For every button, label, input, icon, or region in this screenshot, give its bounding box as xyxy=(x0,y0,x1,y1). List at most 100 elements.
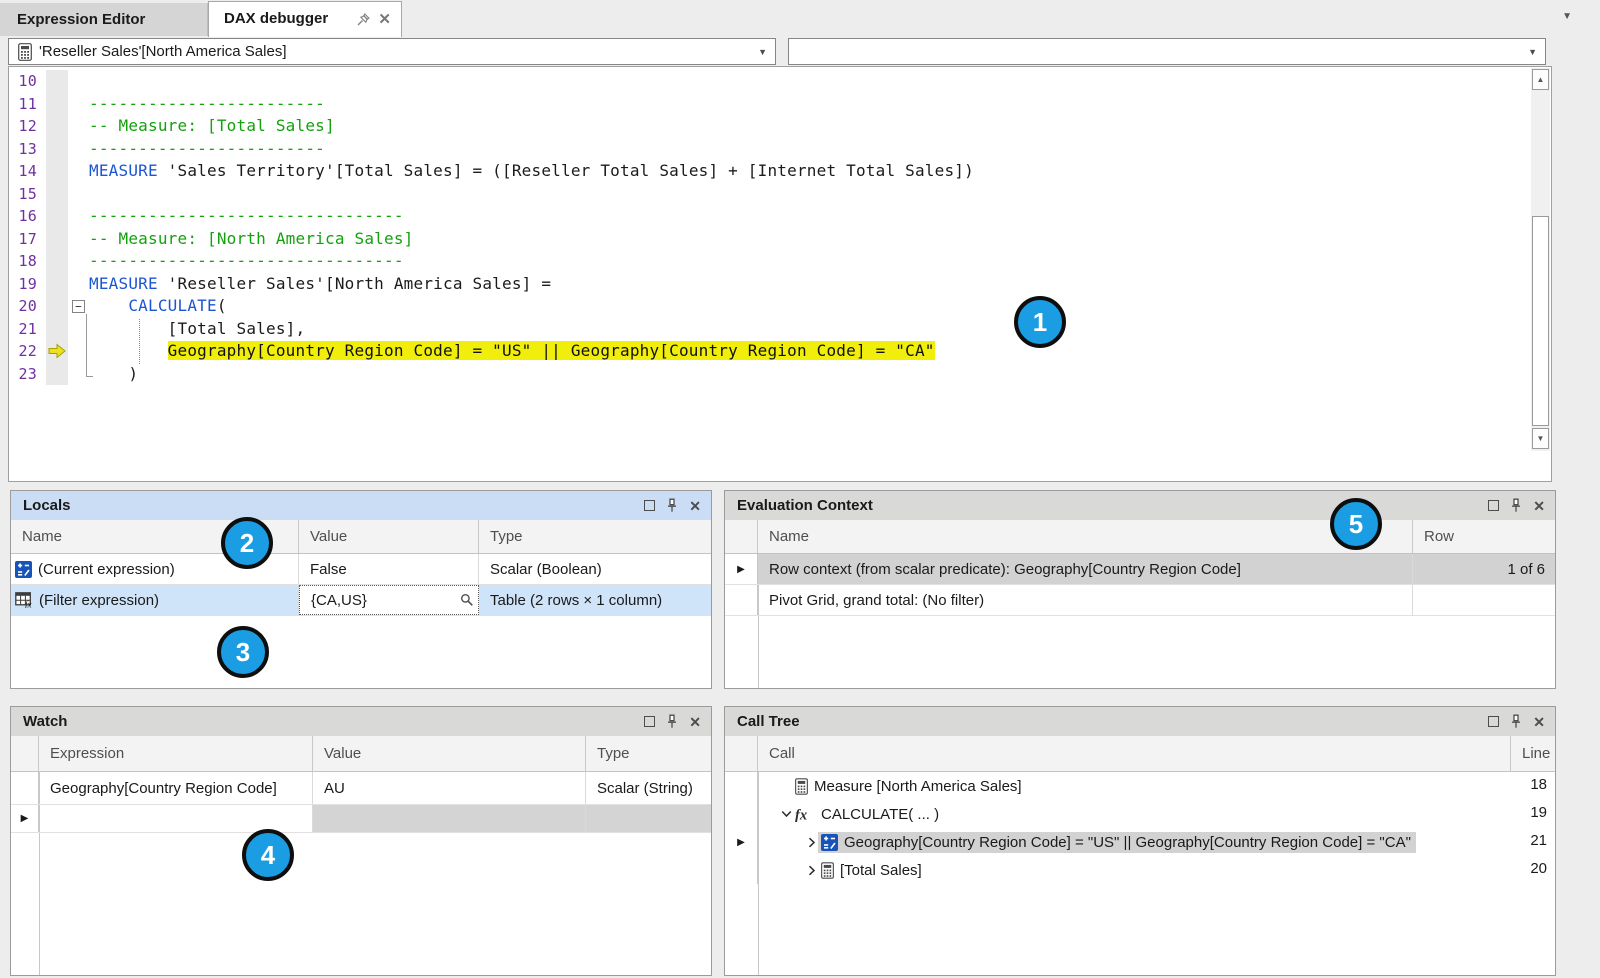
evaluation-context-title: Evaluation Context xyxy=(737,497,873,514)
callout-2: 2 xyxy=(221,517,273,569)
scrollbar-thumb[interactable] xyxy=(1532,216,1549,426)
scroll-down-button[interactable]: ▼ xyxy=(1532,428,1549,449)
locals-header: NameValueType xyxy=(11,520,711,554)
evaluation-context-gutter-header[interactable] xyxy=(725,520,758,553)
code-text: -------------------------------- xyxy=(89,250,1551,273)
code-line-23[interactable]: 23 ) xyxy=(9,363,1551,386)
code-line-15[interactable]: 15 xyxy=(9,183,1551,206)
watch-expression-cell[interactable]: Geography[Country Region Code] xyxy=(39,772,313,804)
code-line-18[interactable]: 18-------------------------------- xyxy=(9,250,1551,273)
line-number: 21 xyxy=(9,318,46,341)
watch-column-expression[interactable]: Expression xyxy=(39,736,313,771)
code-line-13[interactable]: 13------------------------ xyxy=(9,138,1551,161)
locals-column-type[interactable]: Type xyxy=(479,520,711,553)
code-text xyxy=(89,70,1551,93)
code-text: MEASURE 'Sales Territory'[Total Sales] =… xyxy=(89,160,1551,183)
locals-title: Locals xyxy=(23,497,71,514)
code-text: [Total Sales], xyxy=(89,318,1551,341)
locals-column-value[interactable]: Value xyxy=(299,520,479,553)
watch-column-value[interactable]: Value xyxy=(313,736,586,771)
pin-panel-icon[interactable] xyxy=(666,498,678,513)
pin-tab-icon[interactable] xyxy=(357,13,371,26)
chevron-down-icon[interactable] xyxy=(780,810,792,818)
code-text: -- Measure: [North America Sales] xyxy=(89,228,1551,251)
maximize-icon[interactable] xyxy=(1488,716,1499,727)
close-tab-icon[interactable]: ✕ xyxy=(378,12,391,27)
row-indicator-cell xyxy=(725,585,758,615)
evaluation-context-row-2[interactable]: Pivot Grid, grand total: (No filter) xyxy=(725,585,1555,616)
fold-collapse-button[interactable]: − xyxy=(72,300,85,313)
code-token: ------------------------ xyxy=(89,94,325,113)
editor-margin xyxy=(46,340,68,363)
code-editor[interactable]: 1011------------------------12-- Measure… xyxy=(8,66,1552,482)
watch-row-1[interactable]: Geography[Country Region Code]AUScalar (… xyxy=(11,772,711,805)
watch-gutter-header[interactable] xyxy=(11,736,39,771)
editor-margin xyxy=(46,228,68,251)
code-token: 'Sales Territory'[Total Sales] = ([Resel… xyxy=(158,161,974,180)
watch-column-type[interactable]: Type xyxy=(586,736,711,771)
call-tree-gutter-header[interactable] xyxy=(725,736,758,771)
maximize-icon[interactable] xyxy=(1488,500,1499,511)
call-tree-column-call[interactable]: Call xyxy=(758,736,1511,771)
locals-name: (Filter expression) xyxy=(39,592,159,609)
call-tree-line-number: 18 xyxy=(1511,776,1547,793)
expression-selector-combobox[interactable]: 'Reseller Sales'[North America Sales] ▼ xyxy=(8,38,776,65)
code-line-20[interactable]: 20− CALCULATE( xyxy=(9,295,1551,318)
close-icon[interactable]: ✕ xyxy=(689,499,701,513)
call-tree-column-line[interactable]: Line xyxy=(1511,736,1555,771)
watch-header: ExpressionValueType xyxy=(11,736,711,772)
code-text: ------------------------ xyxy=(89,93,1551,116)
pin-panel-icon[interactable] xyxy=(666,714,678,729)
tab-dax-debugger[interactable]: DAX debugger ✕ xyxy=(208,1,402,37)
evaluation-context-column-name[interactable]: Name xyxy=(758,520,1413,553)
indent-guide xyxy=(139,319,140,364)
code-line-14[interactable]: 14MEASURE 'Sales Territory'[Total Sales]… xyxy=(9,160,1551,183)
code-line-19[interactable]: 19MEASURE 'Reseller Sales'[North America… xyxy=(9,273,1551,296)
code-line-22[interactable]: 22 Geography[Country Region Code] = "US"… xyxy=(9,340,1551,363)
calculator-icon xyxy=(821,862,834,879)
code-line-16[interactable]: 16-------------------------------- xyxy=(9,205,1551,228)
scroll-up-button[interactable]: ▲ xyxy=(1532,69,1549,90)
code-text: -------------------------------- xyxy=(89,205,1551,228)
watch-row-2[interactable]: ▶ xyxy=(11,805,711,833)
maximize-icon[interactable] xyxy=(644,500,655,511)
tab-expression-editor[interactable]: Expression Editor xyxy=(0,3,208,36)
call-tree-row-3[interactable]: ▶Geography[Country Region Code] = "US" |… xyxy=(725,828,1555,856)
code-line-21[interactable]: 21 [Total Sales], xyxy=(9,318,1551,341)
secondary-combobox[interactable]: ▼ xyxy=(788,38,1546,65)
close-icon[interactable]: ✕ xyxy=(1533,715,1545,729)
close-icon[interactable]: ✕ xyxy=(1533,499,1545,513)
call-tree-row-2[interactable]: fxCALCULATE( ... ) xyxy=(725,800,1555,828)
evaluation-context-column-row[interactable]: Row xyxy=(1413,520,1555,553)
magnifier-icon[interactable] xyxy=(460,593,474,607)
code-line-10[interactable]: 10 xyxy=(9,70,1551,93)
watch-titlebar: Watch✕ xyxy=(11,707,711,736)
locals-value: {CA,US} xyxy=(311,592,367,609)
fold-margin xyxy=(68,70,89,93)
call-tree-call: [Total Sales] xyxy=(818,860,927,881)
code-line-12[interactable]: 12-- Measure: [Total Sales] xyxy=(9,115,1551,138)
locals-row-1[interactable]: (Current expression)FalseScalar (Boolean… xyxy=(11,554,711,585)
dropdown-arrow-icon[interactable]: ▼ xyxy=(1520,47,1545,57)
pin-panel-icon[interactable] xyxy=(1510,714,1522,729)
code-token: MEASURE xyxy=(89,274,158,293)
pin-panel-icon[interactable] xyxy=(1510,498,1522,513)
code-line-11[interactable]: 11------------------------ xyxy=(9,93,1551,116)
call-tree-row-4[interactable]: [Total Sales] xyxy=(725,856,1555,884)
evaluation-context-titlebar: Evaluation Context ✕ xyxy=(725,491,1555,520)
call-tree-row-1[interactable]: Measure [North America Sales] xyxy=(725,772,1555,800)
chevron-right-icon[interactable] xyxy=(806,837,818,848)
dropdown-arrow-icon[interactable]: ▼ xyxy=(750,47,775,57)
tab-overflow-dropdown-icon[interactable]: ▼ xyxy=(1562,11,1572,22)
close-icon[interactable]: ✕ xyxy=(689,715,701,729)
maximize-icon[interactable] xyxy=(644,716,655,727)
evaluation-context-row-1[interactable]: ▶Row context (from scalar predicate): Ge… xyxy=(725,554,1555,585)
code-token: -- Measure: [North America Sales] xyxy=(89,229,413,248)
editor-vertical-scrollbar[interactable]: ▲ ▼ xyxy=(1531,68,1550,451)
chevron-right-icon[interactable] xyxy=(806,865,818,876)
row-indicator-cell: ▶ xyxy=(725,828,758,856)
locals-row-2[interactable]: fx(Filter expression){CA,US}Table (2 row… xyxy=(11,585,711,616)
watch-expression-cell[interactable] xyxy=(39,805,313,832)
code-line-17[interactable]: 17-- Measure: [North America Sales] xyxy=(9,228,1551,251)
code-token: ( xyxy=(217,296,227,315)
